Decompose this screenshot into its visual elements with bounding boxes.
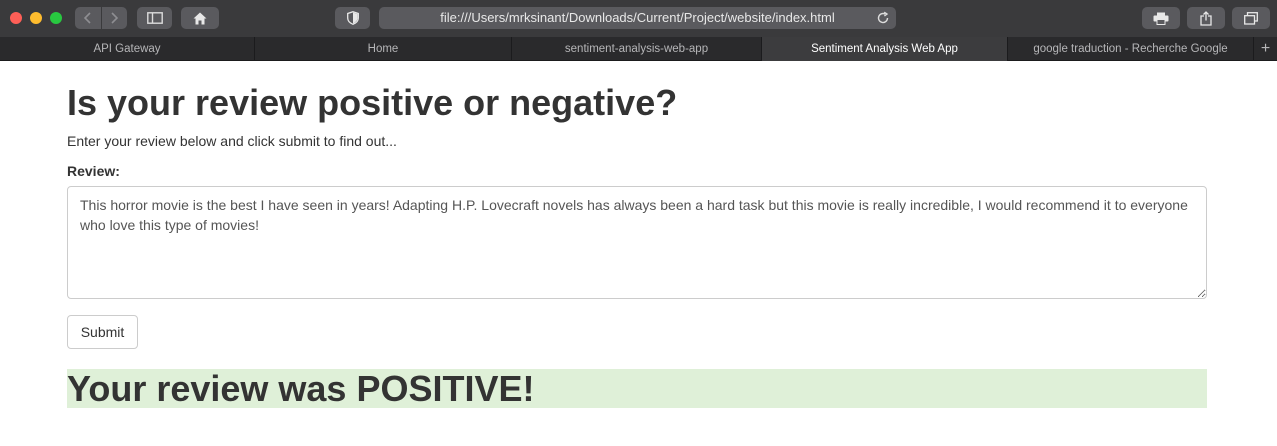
new-tab-button[interactable]: +: [1254, 37, 1277, 61]
home-button[interactable]: [181, 7, 219, 29]
reload-icon[interactable]: [876, 11, 890, 25]
window-maximize-button[interactable]: [50, 12, 62, 24]
tab-google-traduction[interactable]: google traduction - Recherche Google: [1008, 37, 1254, 61]
intro-text: Enter your review below and click submit…: [67, 133, 397, 149]
tab-api-gateway[interactable]: API Gateway: [0, 37, 255, 61]
shield-icon: [346, 11, 359, 25]
forward-button[interactable]: [102, 7, 128, 29]
review-label: Review:: [67, 163, 120, 179]
window-minimize-button[interactable]: [30, 12, 42, 24]
review-textarea[interactable]: This horror movie is the best I have see…: [67, 186, 1207, 299]
print-icon: [1153, 12, 1169, 25]
forward-icon: [111, 12, 119, 24]
submit-button[interactable]: Submit: [67, 315, 138, 349]
tab-sentiment-analysis-web-app[interactable]: sentiment-analysis-web-app: [512, 37, 762, 61]
tab-sentiment-analysis-active[interactable]: Sentiment Analysis Web App: [762, 37, 1008, 61]
navigation-buttons: [75, 7, 127, 29]
tab-overview-button[interactable]: [1232, 7, 1270, 29]
sidebar-button[interactable]: [137, 7, 172, 29]
back-button[interactable]: [75, 7, 101, 29]
privacy-report-button[interactable]: [335, 7, 370, 29]
sidebar-icon: [146, 12, 163, 24]
window-close-button[interactable]: [10, 12, 22, 24]
browser-toolbar: file:///Users/mrksinant/Downloads/Curren…: [0, 0, 1277, 37]
print-button[interactable]: [1142, 7, 1180, 29]
share-button[interactable]: [1187, 7, 1225, 29]
address-bar[interactable]: file:///Users/mrksinant/Downloads/Curren…: [379, 7, 896, 29]
tab-bar: API Gateway Home sentiment-analysis-web-…: [0, 37, 1277, 61]
result-banner: Your review was POSITIVE!: [67, 369, 1207, 408]
page-title: Is your review positive or negative?: [67, 82, 678, 123]
tabs-overview-icon: [1244, 11, 1258, 25]
back-icon: [83, 12, 91, 24]
home-icon: [193, 12, 207, 24]
share-icon: [1200, 10, 1212, 26]
address-url: file:///Users/mrksinant/Downloads/Curren…: [440, 10, 835, 25]
tab-home[interactable]: Home: [255, 37, 512, 61]
